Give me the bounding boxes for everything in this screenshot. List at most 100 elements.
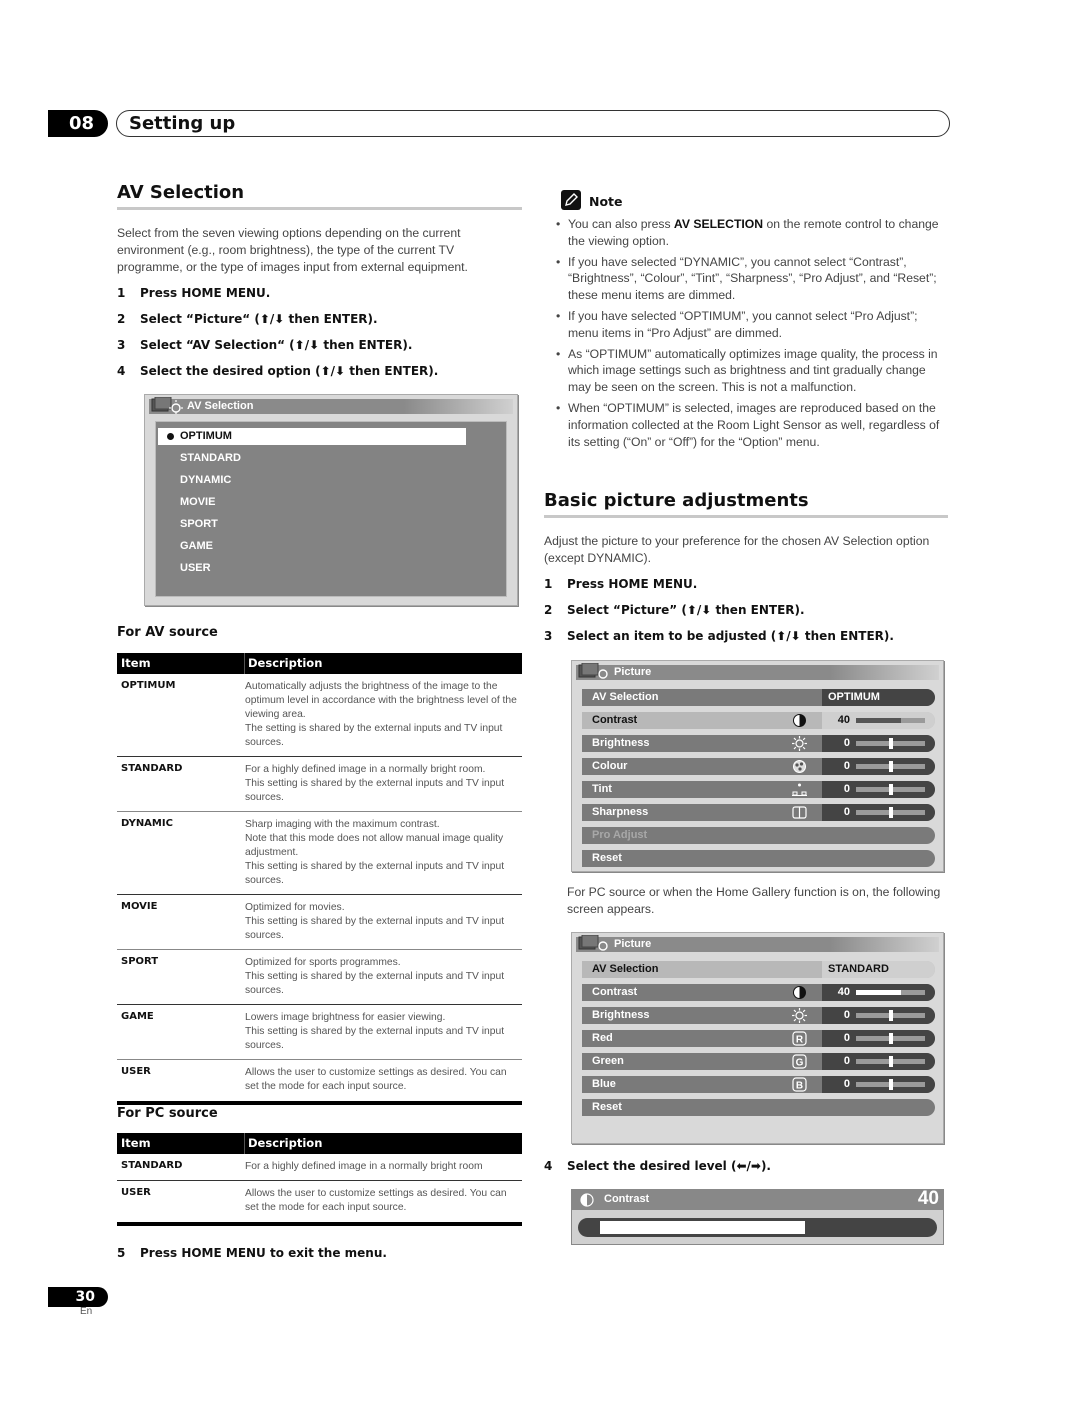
picture-row-green[interactable]: Green G 0 [582, 1053, 935, 1070]
picture-row-brightness[interactable]: Brightness 0 [582, 1007, 935, 1024]
pencil-icon [561, 190, 581, 210]
av-option-game[interactable]: GAME [158, 538, 504, 555]
level-slider[interactable] [856, 990, 925, 995]
row-description: For a highly defined image in a normally… [245, 1161, 483, 1172]
row-value-box: 0 [822, 1053, 935, 1070]
av-option-sport[interactable]: SPORT [158, 516, 504, 533]
level-slider[interactable] [856, 807, 925, 818]
section-divider [117, 207, 522, 210]
row-label: Colour [592, 760, 628, 772]
row-item: OPTIMUM [121, 680, 176, 691]
picture-row-pro-adjust[interactable]: Pro Adjust [582, 827, 935, 844]
av-source-heading: For AV source [117, 625, 218, 640]
picture-row-contrast[interactable]: Contrast 40 [582, 984, 935, 1001]
picture-row-reset[interactable]: Reset [582, 850, 935, 867]
row-description: Optimized for sports programmes. This se… [245, 957, 505, 996]
row-value-box: 0 [822, 1007, 935, 1024]
av-option-user[interactable]: USER [158, 560, 504, 577]
row-label: Brightness [592, 737, 650, 749]
row-description: Automatically adjusts the brightness of … [245, 681, 517, 748]
row-value: OPTIMUM [828, 691, 880, 703]
row-description: Lowers image brightness for easier viewi… [245, 1012, 505, 1051]
table-header: Item Description [117, 1133, 522, 1154]
picture-row-sharpness[interactable]: Sharpness 0 [582, 804, 935, 821]
option-label: OPTIMUM [180, 430, 232, 442]
step-5: 5 Press HOME MENU to exit the menu. [117, 1246, 387, 1260]
note-list: You can also press AV SELECTION on the r… [556, 216, 951, 454]
row-item: USER [121, 1187, 151, 1198]
table-row: STANDARD For a highly defined image in a … [117, 1154, 522, 1181]
row-item: USER [121, 1066, 151, 1077]
picture-row-red[interactable]: Red R 0 [582, 1030, 935, 1047]
picture-row-av-selection[interactable]: AV Selection OPTIMUM [582, 689, 935, 706]
table-end-rule [117, 1101, 522, 1105]
level-slider[interactable] [856, 1010, 925, 1021]
level-slider-marker [888, 1056, 893, 1067]
av-selection-heading: AV Selection [117, 182, 245, 203]
row-value: 0 [843, 783, 850, 795]
pc-source-note: For PC source or when the Home Gallery f… [567, 885, 941, 916]
av-option-movie[interactable]: MOVIE [158, 494, 504, 511]
pc-source-heading: For PC source [117, 1106, 218, 1121]
row-value-box: 0 [822, 781, 935, 798]
row-value: 0 [843, 1009, 850, 1021]
level-osd-header: Contrast 40 [572, 1188, 943, 1210]
row-value: 40 [837, 714, 850, 726]
row-value-box: STANDARD [822, 961, 935, 978]
bp-step-3: 3 Select an item to be adjusted (⬆/⬇ then… [544, 629, 894, 643]
table-row: GAME Lowers image brightness for easier v… [117, 1005, 522, 1060]
row-description: Sharp imaging with the maximum contrast.… [245, 819, 505, 886]
level-slider[interactable] [856, 738, 925, 749]
picture-row-brightness[interactable]: Brightness 0 [582, 735, 935, 752]
level-slider-fill [600, 1221, 805, 1234]
av-option-list: OPTIMUM STANDARD DYNAMIC MOVIE SPORT GAME USER [155, 421, 507, 597]
picture-row-tint[interactable]: Tint 0 [582, 781, 935, 798]
section-divider [544, 515, 948, 518]
step-1: 1 Press HOME MENU. [117, 286, 271, 300]
note-label: Note [589, 194, 623, 209]
level-label: Contrast [604, 1193, 650, 1205]
picture-row-colour[interactable]: Colour 0 [582, 758, 935, 775]
av-selection-osd: AV Selection OPTIMUM STANDARD DYNAMIC MOVIE… [144, 394, 518, 606]
basic-picture-heading: Basic picture adjustments [544, 490, 809, 511]
av-option-dynamic[interactable]: DYNAMIC [158, 472, 504, 489]
option-label: DYNAMIC [180, 474, 232, 486]
level-slider[interactable] [856, 784, 925, 795]
av-option-standard[interactable]: STANDARD [158, 450, 504, 467]
level-slider[interactable] [856, 1033, 925, 1044]
note-item: As “OPTIMUM” automatically optimizes ima… [556, 346, 951, 396]
row-value: 0 [843, 737, 850, 749]
note-text: If you have selected “DYNAMIC”, you cann… [568, 254, 937, 303]
level-slider[interactable] [856, 761, 925, 772]
row-value: 0 [843, 1078, 850, 1090]
tint-icon [792, 783, 807, 796]
av-option-optimum[interactable]: OPTIMUM [158, 428, 466, 445]
row-value-box: OPTIMUM [822, 689, 935, 706]
level-slider[interactable] [856, 1056, 925, 1067]
note-emphasis: AV SELECTION [673, 217, 764, 231]
step-4: 4 Select the desired option (⬆/⬇ then ENT… [117, 364, 439, 378]
bp-step-4: 4 Select the desired level (⬅/➡). [544, 1159, 771, 1173]
picture-row-contrast[interactable]: Contrast 40 [582, 712, 935, 729]
picture-row-av-selection[interactable]: AV Selection STANDARD [582, 961, 935, 978]
level-slider-marker [888, 1033, 893, 1044]
row-value: 40 [837, 986, 850, 998]
level-slider[interactable] [578, 1218, 937, 1237]
picture-row-blue[interactable]: Blue B 0 [582, 1076, 935, 1093]
row-value-box: 0 [822, 1030, 935, 1047]
note-item: When “OPTIMUM” is selected, images are r… [556, 400, 951, 450]
picture-row-reset[interactable]: Reset [582, 1099, 935, 1116]
note-item: If you have selected “OPTIMUM”, you cann… [556, 308, 951, 342]
row-label: Pro Adjust [592, 829, 648, 841]
level-slider-marker [888, 761, 893, 772]
osd-title: AV Selection [187, 400, 254, 412]
osd-title-bar: Picture [576, 935, 939, 952]
av-source-table: Item Description OPTIMUM Automatically ad… [117, 653, 522, 1105]
row-label: Tint [592, 783, 612, 795]
table-row: STANDARD For a highly defined image in a … [117, 757, 522, 812]
contrast-icon [580, 1193, 594, 1207]
table-header: Item Description [117, 653, 522, 674]
level-slider[interactable] [856, 718, 925, 723]
level-slider[interactable] [856, 1079, 925, 1090]
row-description: Allows the user to customize settings as… [245, 1188, 507, 1213]
